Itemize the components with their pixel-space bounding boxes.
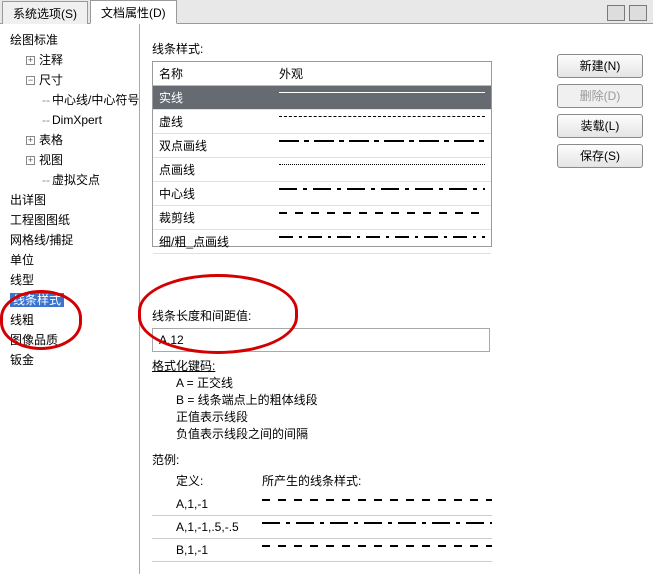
col-appearance: 外观 — [279, 65, 303, 82]
tree-units[interactable]: 单位 — [4, 250, 135, 270]
tree-line-type[interactable]: 线型 — [4, 270, 135, 290]
window-button-2[interactable] — [629, 5, 647, 21]
tree-dimensions[interactable]: −尺寸 — [4, 70, 135, 90]
col-name: 名称 — [159, 65, 279, 82]
tree-views[interactable]: +视图 — [4, 150, 135, 170]
expand-icon[interactable]: + — [26, 156, 35, 165]
tree-virtual-sharps[interactable]: --虚拟交点 — [4, 170, 135, 190]
expand-icon[interactable]: + — [26, 56, 35, 65]
examples: 范例: 定义: 所产生的线条样式: A,1,-1 A,1,-1,.5,-.5 B… — [152, 451, 649, 562]
tree-line-style[interactable]: 线条样式 — [4, 290, 135, 310]
window-button-1[interactable] — [607, 5, 625, 21]
code-b: B = 线条端点上的粗体线段 — [152, 392, 649, 409]
tree-drawing-sheets[interactable]: 工程图图纸 — [4, 210, 135, 230]
tab-system-options[interactable]: 系统选项(S) — [2, 1, 88, 24]
style-row-solid[interactable]: 实线 — [153, 86, 491, 110]
style-row-trim[interactable]: 裁剪线 — [153, 206, 491, 230]
length-spacing-label: 线条长度和间距值: — [152, 307, 649, 324]
tree-detailing[interactable]: 出详图 — [4, 190, 135, 210]
style-row-dot-dash[interactable]: 点画线 — [153, 158, 491, 182]
tree-centerline[interactable]: --中心线/中心符号线 — [4, 90, 135, 110]
tree-sheet-metal[interactable]: 钣金 — [4, 350, 135, 370]
expand-icon[interactable]: + — [26, 136, 35, 145]
tree-grid-snap[interactable]: 网格线/捕捉 — [4, 230, 135, 250]
style-row-center[interactable]: 中心线 — [153, 182, 491, 206]
delete-button: 删除(D) — [557, 84, 643, 108]
line-style-table[interactable]: 名称 外观 实线 虚线 双点画线 点画线 — [152, 61, 492, 247]
style-row-dashed[interactable]: 虚线 — [153, 110, 491, 134]
tab-document-properties[interactable]: 文档属性(D) — [90, 0, 177, 24]
example-row-3: B,1,-1 — [152, 539, 492, 562]
window-controls — [607, 5, 653, 23]
table-header: 名称 外观 — [153, 62, 491, 86]
example-def-header: 定义: — [152, 472, 262, 489]
tree-dimxpert[interactable]: --DimXpert — [4, 110, 135, 130]
tree-drafting-standard[interactable]: 绘图标准 — [4, 30, 135, 50]
new-button[interactable]: 新建(N) — [557, 54, 643, 78]
format-codes: 格式化键码: A = 正交线 B = 线条端点上的粗体线段 正值表示线段 负值表… — [152, 358, 649, 443]
collapse-icon[interactable]: − — [26, 76, 35, 85]
code-negative: 负值表示线段之间的间隔 — [152, 426, 649, 443]
tree-image-quality[interactable]: 图像品质 — [4, 330, 135, 350]
length-spacing-input[interactable]: A,12 — [152, 328, 490, 352]
example-row-1: A,1,-1 — [152, 493, 492, 516]
tree-line-weight[interactable]: 线粗 — [4, 310, 135, 330]
format-codes-label: 格式化键码: — [152, 358, 649, 375]
style-row-two-dot[interactable]: 双点画线 — [153, 134, 491, 158]
tab-bar: 系统选项(S) 文档属性(D) — [0, 0, 653, 24]
tree-tables[interactable]: +表格 — [4, 130, 135, 150]
save-button[interactable]: 保存(S) — [557, 144, 643, 168]
button-column: 新建(N) 删除(D) 装载(L) 保存(S) — [557, 54, 643, 168]
example-result-header: 所产生的线条样式: — [262, 472, 361, 489]
tree-annotations[interactable]: +注释 — [4, 50, 135, 70]
code-a: A = 正交线 — [152, 375, 649, 392]
load-button[interactable]: 装载(L) — [557, 114, 643, 138]
options-tree[interactable]: 绘图标准 +注释 −尺寸 --中心线/中心符号线 --DimXpert +表格 … — [0, 24, 140, 574]
code-positive: 正值表示线段 — [152, 409, 649, 426]
main-panel: 线条样式: 名称 外观 实线 虚线 双点画线 — [140, 24, 653, 574]
examples-label: 范例: — [152, 451, 649, 468]
example-row-2: A,1,-1,.5,-.5 — [152, 516, 492, 539]
